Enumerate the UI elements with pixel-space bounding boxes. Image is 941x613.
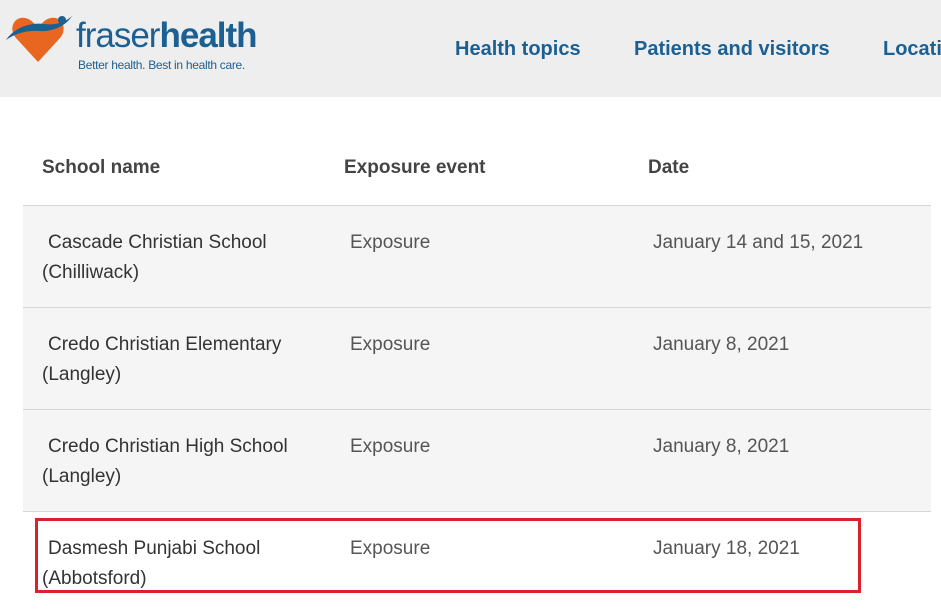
brand-name-bold: health xyxy=(159,16,257,55)
school-name-cell: Cascade Christian School (Chilliwack) xyxy=(42,228,332,288)
date-cell: January 8, 2021 xyxy=(653,436,790,457)
school-city: (Langley) xyxy=(42,364,122,385)
brand-name: fraserhealth xyxy=(76,16,258,56)
exposure-table: School name Exposure event Date Cascade … xyxy=(23,133,931,613)
school-name-cell: Credo Christian Elementary (Langley) xyxy=(42,330,332,390)
header-school-name: School name xyxy=(42,157,161,178)
exposure-event-cell: Exposure xyxy=(350,334,431,355)
table-row: Cascade Christian School (Chilliwack) Ex… xyxy=(23,205,931,307)
date-cell: January 8, 2021 xyxy=(653,334,790,355)
school-name: Credo Christian High School xyxy=(48,436,288,457)
school-name: Credo Christian Elementary xyxy=(48,334,282,355)
exposure-event-cell: Exposure xyxy=(350,436,431,457)
header-date: Date xyxy=(648,157,690,178)
school-city: (Abbotsford) xyxy=(42,568,147,589)
table-header: School name Exposure event Date xyxy=(23,133,931,205)
school-name-cell: Credo Christian High School (Langley) xyxy=(42,432,332,492)
school-city: (Langley) xyxy=(42,466,122,487)
nav-locations[interactable]: Locati xyxy=(883,38,941,61)
heart-logo-icon xyxy=(6,16,72,62)
date-cell: January 14 and 15, 2021 xyxy=(653,232,864,253)
school-city: (Chilliwack) xyxy=(42,262,140,283)
header-exposure-event: Exposure event xyxy=(344,157,486,178)
site-header: fraserhealth Better health. Best in heal… xyxy=(0,0,941,97)
nav-patients-and-visitors[interactable]: Patients and visitors xyxy=(634,38,830,61)
nav-health-topics[interactable]: Health topics xyxy=(455,38,581,61)
school-name-cell: Dasmesh Punjabi School (Abbotsford) xyxy=(42,534,332,594)
school-name: Dasmesh Punjabi School xyxy=(48,538,261,559)
exposure-event-cell: Exposure xyxy=(350,232,431,253)
date-cell: January 18, 2021 xyxy=(653,538,800,559)
brand-tagline: Better health. Best in health care. xyxy=(78,58,245,72)
table-row: Dasmesh Punjabi School (Abbotsford) Expo… xyxy=(23,511,931,613)
exposure-event-cell: Exposure xyxy=(350,538,431,559)
school-name: Cascade Christian School xyxy=(48,232,267,253)
table-row: Credo Christian High School (Langley) Ex… xyxy=(23,409,931,511)
fraser-health-logo[interactable]: fraserhealth Better health. Best in heal… xyxy=(4,10,258,80)
table-row: Credo Christian Elementary (Langley) Exp… xyxy=(23,307,931,409)
brand-name-regular: fraser xyxy=(76,16,160,55)
